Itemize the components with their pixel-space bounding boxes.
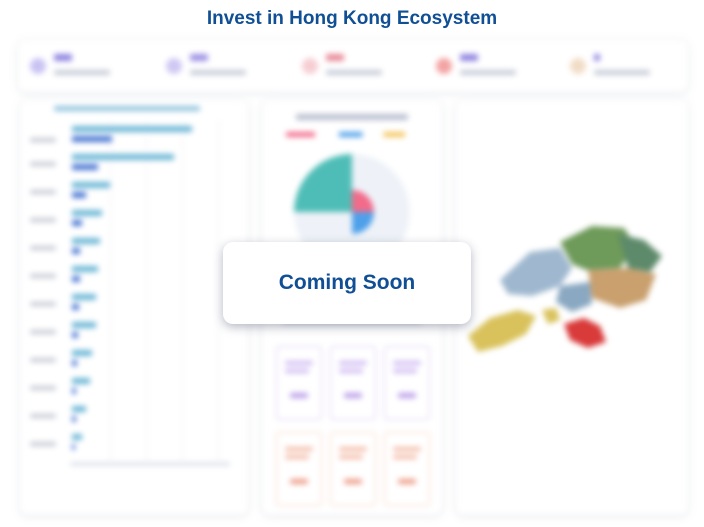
companies-icon xyxy=(166,58,182,74)
kpi-item xyxy=(30,52,150,82)
kpi-item xyxy=(436,52,556,82)
kpi-item xyxy=(570,52,690,82)
heart-icon xyxy=(302,58,318,74)
district-map-card xyxy=(456,100,688,515)
hong-kong-map xyxy=(468,226,662,352)
stat-tile xyxy=(330,432,376,506)
kpi-item xyxy=(166,52,286,82)
users-icon xyxy=(30,58,46,74)
stat-tile xyxy=(330,346,376,420)
stat-tile xyxy=(384,432,430,506)
coming-soon-dialog: Coming Soon xyxy=(223,242,471,324)
category-bar-chart-card xyxy=(20,100,248,515)
chart-legend xyxy=(54,106,200,111)
star-icon xyxy=(570,58,586,74)
pin-icon xyxy=(436,58,452,74)
stat-tile xyxy=(384,346,430,420)
kpi-item xyxy=(302,52,422,82)
stat-tile xyxy=(276,432,322,506)
stat-tile xyxy=(276,346,322,420)
kpi-summary-row xyxy=(18,40,688,92)
coming-soon-message: Coming Soon xyxy=(278,271,416,294)
